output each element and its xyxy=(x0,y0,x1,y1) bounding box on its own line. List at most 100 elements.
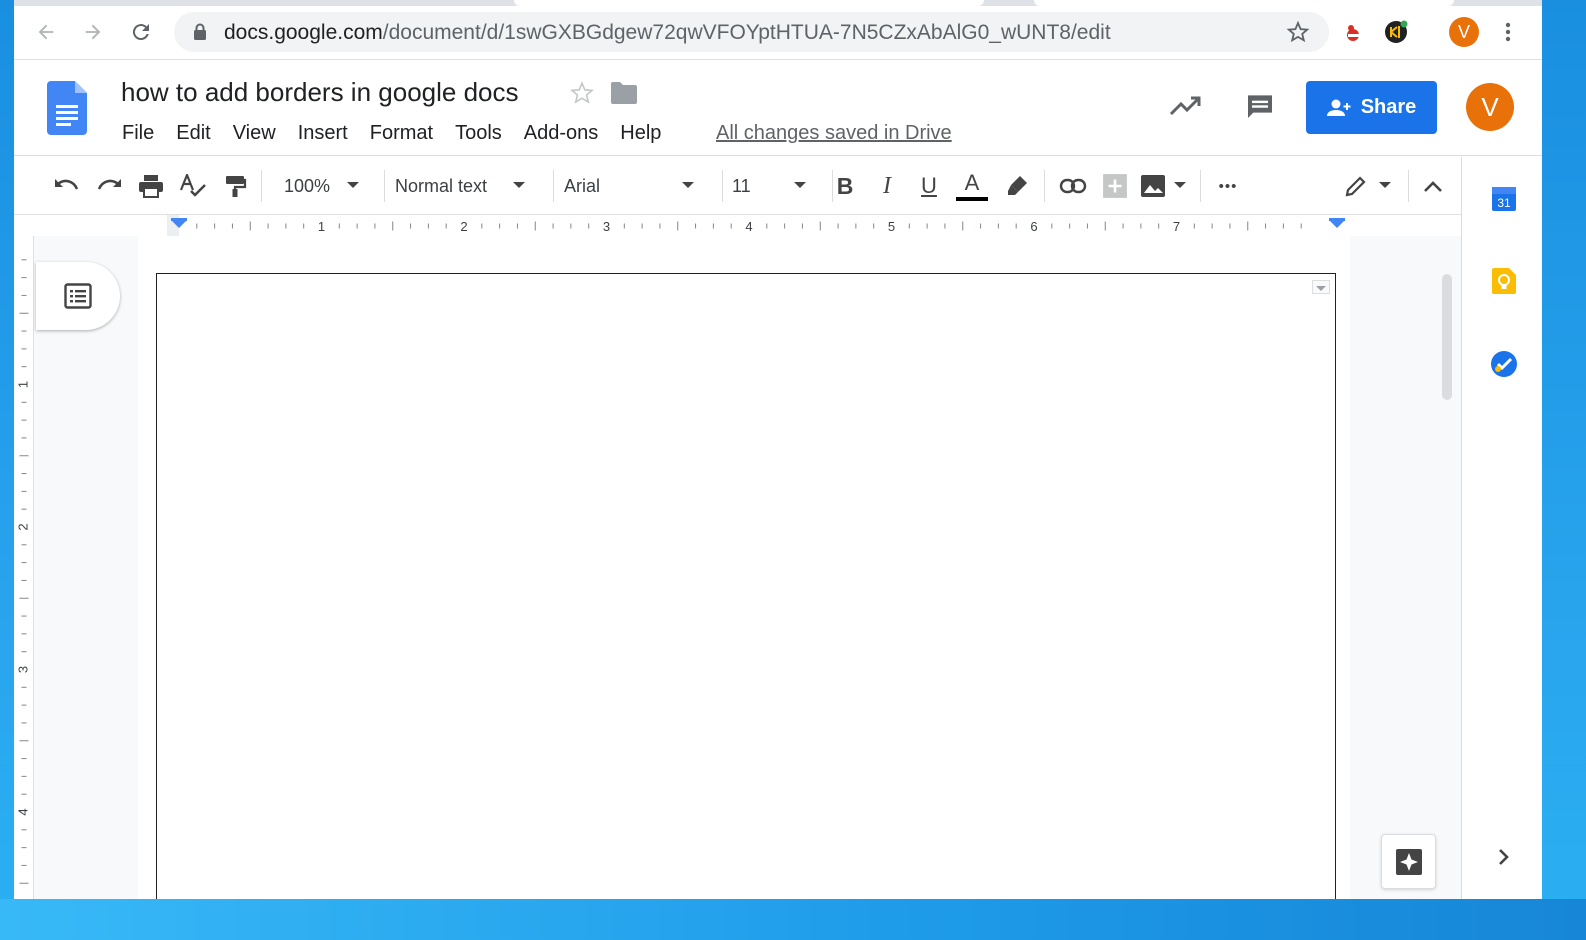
right-indent-marker-bar[interactable] xyxy=(1329,218,1345,221)
menu-file[interactable]: File xyxy=(111,120,165,146)
highlighter-icon xyxy=(1008,176,1027,195)
explore-button[interactable] xyxy=(1381,834,1436,889)
toolbar-divider xyxy=(553,170,554,202)
reload-button[interactable] xyxy=(126,17,156,47)
folder-icon[interactable] xyxy=(611,82,637,104)
tasks-button[interactable] xyxy=(1490,350,1518,378)
highlight-color-button[interactable] xyxy=(1002,169,1032,203)
vertical-scrollbar[interactable] xyxy=(1442,274,1452,400)
outline-list-icon xyxy=(64,283,92,309)
redo-button[interactable] xyxy=(94,169,124,203)
zoom-select[interactable]: 100% xyxy=(276,169,374,203)
document-page[interactable] xyxy=(138,236,1350,899)
keep-bulb-icon xyxy=(1492,268,1516,294)
undo-button[interactable] xyxy=(52,169,82,203)
extension-icon[interactable] xyxy=(1340,19,1366,45)
bookmark-star-icon[interactable] xyxy=(1286,20,1310,44)
vertical-ruler-label: 1 xyxy=(15,381,30,388)
ruler-label: 1 xyxy=(318,219,325,234)
calendar-icon: 31 xyxy=(1492,187,1516,211)
horizontal-ruler: 11234567 xyxy=(14,214,1461,237)
document-title[interactable]: how to add borders in google docs xyxy=(121,77,519,108)
italic-button[interactable]: I xyxy=(872,169,902,203)
toolbar-divider xyxy=(261,170,262,202)
image-dropdown-icon xyxy=(1174,182,1186,188)
calendar-button[interactable]: 31 xyxy=(1490,184,1518,212)
font-value: Arial xyxy=(564,175,601,196)
toolbar-divider xyxy=(384,170,385,202)
text-color-letter: A xyxy=(964,169,980,195)
formatting-toolbar: 100% Normal text Arial 11 B I U A ••• xyxy=(14,157,1461,214)
star-icon[interactable] xyxy=(569,80,595,106)
more-options-button[interactable]: ••• xyxy=(1211,169,1245,203)
share-button[interactable]: Share xyxy=(1306,81,1437,134)
document-outline-button[interactable] xyxy=(36,262,120,330)
browser-tab[interactable] xyxy=(1034,0,1454,6)
chevron-right-icon xyxy=(1499,849,1509,865)
font-dropdown-icon xyxy=(682,182,694,188)
menu-help[interactable]: Help xyxy=(609,120,672,146)
lock-icon xyxy=(194,23,206,40)
ruler-label: 6 xyxy=(1030,219,1037,234)
menu-tools[interactable]: Tools xyxy=(444,120,513,146)
activity-dashboard-button[interactable] xyxy=(1167,88,1203,124)
ruler-label: 3 xyxy=(603,219,610,234)
print-button[interactable] xyxy=(136,169,166,203)
forward-arrow-icon xyxy=(85,24,101,40)
add-comment-button[interactable] xyxy=(1100,169,1130,203)
back-button[interactable] xyxy=(31,17,61,47)
spelling-check-button[interactable] xyxy=(178,169,208,203)
link-icon xyxy=(1059,178,1087,194)
menu-edit[interactable]: Edit xyxy=(165,120,221,146)
vertical-ruler-label: 3 xyxy=(15,666,30,673)
undo-icon xyxy=(55,179,79,190)
zoom-dropdown-icon xyxy=(347,182,359,188)
google-docs-logo-icon[interactable] xyxy=(47,81,87,135)
chevron-down-icon xyxy=(1316,286,1326,291)
calendar-day: 31 xyxy=(1497,196,1511,210)
chevron-up-icon xyxy=(1424,181,1442,192)
browser-profile-avatar[interactable]: V xyxy=(1449,17,1479,47)
text-color-button[interactable]: A xyxy=(955,169,989,203)
underline-button[interactable]: U xyxy=(914,169,944,203)
side-panel: 31 xyxy=(1461,157,1542,899)
toolbar-divider xyxy=(722,170,723,202)
font-size-dropdown-icon xyxy=(794,182,806,188)
comments-button[interactable] xyxy=(1242,88,1278,124)
bold-button[interactable]: B xyxy=(830,169,860,203)
table-cell-menu-button[interactable] xyxy=(1312,280,1330,294)
extension-icon[interactable] xyxy=(1383,19,1409,45)
url-text: docs.google.com/document/d/1swGXBGdgew72… xyxy=(224,21,1111,44)
keep-button[interactable] xyxy=(1490,267,1518,295)
menu-insert[interactable]: Insert xyxy=(287,120,359,146)
address-bar[interactable]: docs.google.com/document/d/1swGXBGdgew72… xyxy=(174,12,1329,52)
editing-mode-button[interactable] xyxy=(1344,169,1402,203)
paint-format-button[interactable] xyxy=(220,169,250,203)
browser-toolbar: docs.google.com/document/d/1swGXBGdgew72… xyxy=(14,0,1542,60)
save-status-link[interactable]: All changes saved in Drive xyxy=(716,120,952,146)
tab-strip xyxy=(14,0,1542,6)
page-border-table[interactable] xyxy=(156,273,1336,899)
right-indent-marker[interactable] xyxy=(1329,220,1345,228)
account-avatar[interactable]: V xyxy=(1466,83,1514,131)
browser-menu-icon[interactable] xyxy=(1504,21,1512,43)
insert-link-button[interactable] xyxy=(1058,169,1088,203)
forward-button[interactable] xyxy=(78,17,108,47)
vertical-ruler-track: 1 2 3 4 xyxy=(15,259,30,884)
menu-format[interactable]: Format xyxy=(359,120,444,146)
menu-addons[interactable]: Add-ons xyxy=(513,120,610,146)
browser-tab[interactable] xyxy=(514,0,984,6)
hide-menus-button[interactable] xyxy=(1418,169,1448,203)
zoom-value: 100% xyxy=(284,175,331,196)
vertical-ruler: 1 2 3 4 xyxy=(14,236,34,899)
style-dropdown-icon xyxy=(513,182,525,188)
back-arrow-icon xyxy=(38,24,54,40)
tasks-check-icon xyxy=(1491,351,1517,377)
explore-sparkle-icon xyxy=(1395,848,1422,875)
paragraph-style-value: Normal text xyxy=(395,175,488,196)
font-size-select[interactable]: 11 xyxy=(726,169,821,203)
redo-icon xyxy=(97,179,121,190)
left-indent-marker-bar[interactable] xyxy=(171,218,187,221)
menu-view[interactable]: View xyxy=(222,120,287,146)
expand-side-panel-button[interactable] xyxy=(1490,843,1518,871)
